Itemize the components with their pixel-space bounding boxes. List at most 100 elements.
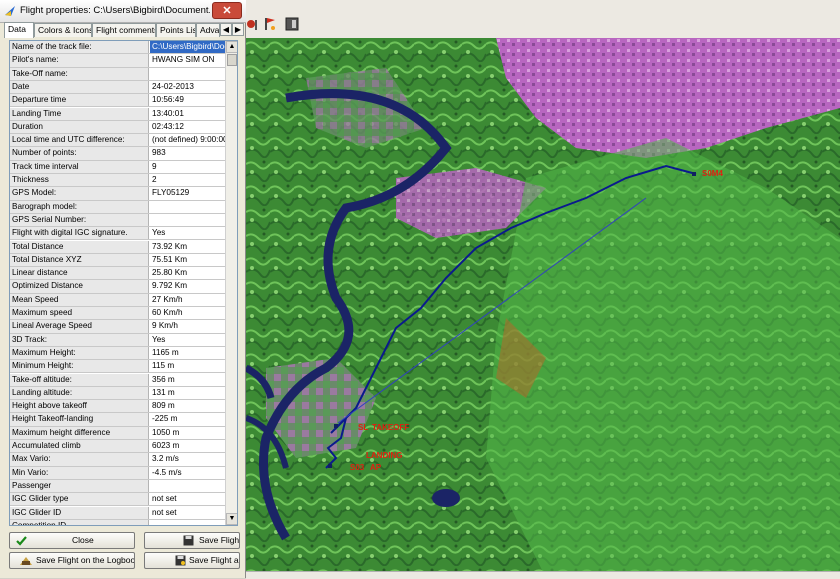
grid-scrollbar[interactable]: ▲ ▼ bbox=[225, 41, 237, 525]
property-row[interactable]: Maximum height difference 1050 m bbox=[10, 426, 225, 440]
landing-marker[interactable] bbox=[328, 464, 332, 468]
property-row[interactable]: Take-off altitude: 356 m bbox=[10, 373, 225, 387]
property-row[interactable]: Number of points: 983 bbox=[10, 147, 225, 161]
property-value[interactable]: 2 bbox=[150, 174, 225, 186]
property-value[interactable]: (not defined) 9:00:00 bbox=[150, 134, 225, 146]
property-row[interactable]: Passenger bbox=[10, 479, 225, 494]
property-value[interactable]: 9.792 Km bbox=[150, 280, 225, 292]
dialog-titlebar[interactable]: Flight properties: C:\Users\Bigbird\Docu… bbox=[0, 0, 246, 23]
property-value[interactable]: 6023 m bbox=[150, 440, 225, 452]
property-row[interactable]: Accumulated climb 6023 m bbox=[10, 440, 225, 454]
property-value[interactable] bbox=[150, 480, 225, 492]
property-value[interactable]: 115 m bbox=[150, 360, 225, 372]
property-row[interactable]: Duration 02:43:12 bbox=[10, 120, 225, 135]
property-row[interactable]: Local time and UTC difference: (not defin… bbox=[10, 134, 225, 148]
property-value[interactable]: 983 bbox=[150, 147, 225, 159]
property-value[interactable]: 02:43:12 bbox=[150, 121, 225, 133]
property-row[interactable]: Maximum speed 60 Km/h bbox=[10, 307, 225, 321]
property-value[interactable]: Yes bbox=[150, 227, 225, 239]
tab-colors-icons[interactable]: Colors & Icons bbox=[34, 23, 92, 37]
save-as-button[interactable]: Save Flight as... bbox=[144, 552, 240, 569]
tab-points-list[interactable]: Points List bbox=[156, 23, 196, 37]
property-row[interactable]: Name of the track file: C:\Users\Bigbird\… bbox=[10, 41, 225, 55]
property-row[interactable]: Take-Off name: bbox=[10, 67, 225, 81]
property-value[interactable]: 809 m bbox=[150, 400, 225, 412]
properties-grid[interactable]: Name of the track file: C:\Users\Bigbird\… bbox=[9, 40, 238, 526]
property-row[interactable]: 3D Track: Yes bbox=[10, 333, 225, 347]
property-row[interactable]: Date 24-02-2013 bbox=[10, 80, 225, 95]
property-row[interactable]: Flight with digital IGC signature. Yes bbox=[10, 227, 225, 241]
property-row[interactable]: Total Distance XYZ 75.51 Km bbox=[10, 253, 225, 268]
property-value[interactable] bbox=[150, 68, 225, 80]
property-value[interactable]: 75.51 Km bbox=[150, 254, 225, 266]
property-value[interactable]: 131 m bbox=[150, 387, 225, 399]
window-close-button[interactable]: ✕ bbox=[212, 2, 242, 19]
property-row[interactable]: Pilot's name: HWANG SIM ON bbox=[10, 54, 225, 68]
property-row[interactable]: Linear distance 25.80 Km bbox=[10, 267, 225, 281]
property-row[interactable]: Thickness 2 bbox=[10, 174, 225, 188]
property-row[interactable]: Competition ID bbox=[10, 519, 225, 525]
tab-scroll-right-button[interactable]: ▶ bbox=[232, 23, 244, 36]
property-value[interactable]: 10:56:49 bbox=[150, 94, 225, 106]
property-value[interactable]: 1050 m bbox=[150, 427, 225, 439]
scroll-down-button[interactable]: ▼ bbox=[226, 513, 237, 525]
property-value[interactable] bbox=[150, 520, 225, 525]
property-value[interactable]: 1165 m bbox=[150, 347, 225, 359]
property-value[interactable]: C:\Users\Bigbird\Docu bbox=[150, 41, 225, 54]
tab-flight-comments[interactable]: Flight comments: bbox=[92, 23, 156, 37]
map-canvas[interactable]: SL TAKEOFF LANDING S03 AP S0M4 bbox=[246, 38, 840, 578]
property-row[interactable]: Min Vario: -4.5 m/s bbox=[10, 466, 225, 480]
property-value[interactable] bbox=[150, 214, 225, 226]
property-row[interactable]: Barograph model: bbox=[10, 200, 225, 214]
property-row[interactable]: Total Distance 73.92 Km bbox=[10, 240, 225, 254]
property-row[interactable]: Maximum Height: 1165 m bbox=[10, 346, 225, 361]
property-row[interactable]: Height Takeoff-landing -225 m bbox=[10, 413, 225, 427]
takeoff-marker[interactable] bbox=[334, 424, 338, 428]
property-value[interactable]: 27 Km/h bbox=[150, 294, 225, 306]
scroll-thumb[interactable] bbox=[227, 54, 237, 66]
property-row[interactable]: GPS Model: FLY05129 bbox=[10, 187, 225, 201]
property-row[interactable]: Mean Speed 27 Km/h bbox=[10, 293, 225, 307]
property-value[interactable]: 356 m bbox=[150, 374, 225, 386]
property-value[interactable]: 25.80 Km bbox=[150, 267, 225, 279]
save-logbook-button[interactable]: Save Flight on the Logbook bbox=[9, 552, 135, 569]
property-row[interactable]: GPS Serial Number: bbox=[10, 213, 225, 228]
property-value[interactable]: 24-02-2013 bbox=[150, 81, 225, 93]
property-value[interactable]: 60 Km/h bbox=[150, 307, 225, 319]
property-row[interactable]: Minimum Height: 115 m bbox=[10, 360, 225, 374]
close-button[interactable]: Close bbox=[9, 532, 135, 549]
property-value[interactable] bbox=[150, 201, 225, 213]
map-view[interactable]: SL TAKEOFF LANDING S03 AP S0M4 bbox=[246, 38, 840, 578]
flag-tool-icon[interactable] bbox=[262, 16, 278, 32]
property-value[interactable]: not set bbox=[150, 493, 225, 505]
waypoint-tool-icon[interactable] bbox=[246, 16, 262, 32]
property-row[interactable]: IGC Glider ID not set bbox=[10, 506, 225, 520]
property-row[interactable]: IGC Glider type not set bbox=[10, 493, 225, 507]
property-row[interactable]: Height above takeoff 809 m bbox=[10, 400, 225, 414]
property-value[interactable]: -4.5 m/s bbox=[150, 467, 225, 479]
property-row[interactable]: Max Vario: 3.2 m/s bbox=[10, 453, 225, 467]
property-row[interactable]: Track time interval 9 bbox=[10, 160, 225, 174]
property-value[interactable]: Yes bbox=[150, 334, 225, 346]
property-value[interactable]: 9 bbox=[150, 161, 225, 173]
save-flight-button[interactable]: Save Flight bbox=[144, 532, 240, 549]
scroll-up-button[interactable]: ▲ bbox=[226, 41, 237, 53]
panel-tool-icon[interactable] bbox=[284, 16, 300, 32]
property-row[interactable]: Departure time 10:56:49 bbox=[10, 94, 225, 108]
property-row[interactable]: Landing Time 13:40:01 bbox=[10, 107, 225, 121]
tab-data[interactable]: Data bbox=[4, 22, 34, 38]
property-row[interactable]: Lineal Average Speed 9 Km/h bbox=[10, 320, 225, 334]
property-value[interactable]: FLY05129 bbox=[150, 187, 225, 199]
tab-scroll-left-button[interactable]: ◀ bbox=[220, 23, 232, 36]
property-value[interactable]: HWANG SIM ON bbox=[150, 54, 225, 66]
tab-advanced[interactable]: Adva bbox=[196, 23, 220, 37]
property-value[interactable]: not set bbox=[150, 507, 225, 519]
property-value[interactable]: -225 m bbox=[150, 413, 225, 425]
property-row[interactable]: Optimized Distance 9.792 Km bbox=[10, 280, 225, 294]
property-row[interactable]: Landing altitude: 131 m bbox=[10, 386, 225, 401]
property-value[interactable]: 9 Km/h bbox=[150, 320, 225, 332]
property-value[interactable]: 73.92 Km bbox=[150, 241, 225, 253]
property-value[interactable]: 3.2 m/s bbox=[150, 453, 225, 465]
turnpoint-marker[interactable] bbox=[692, 172, 696, 176]
property-value[interactable]: 13:40:01 bbox=[150, 108, 225, 120]
